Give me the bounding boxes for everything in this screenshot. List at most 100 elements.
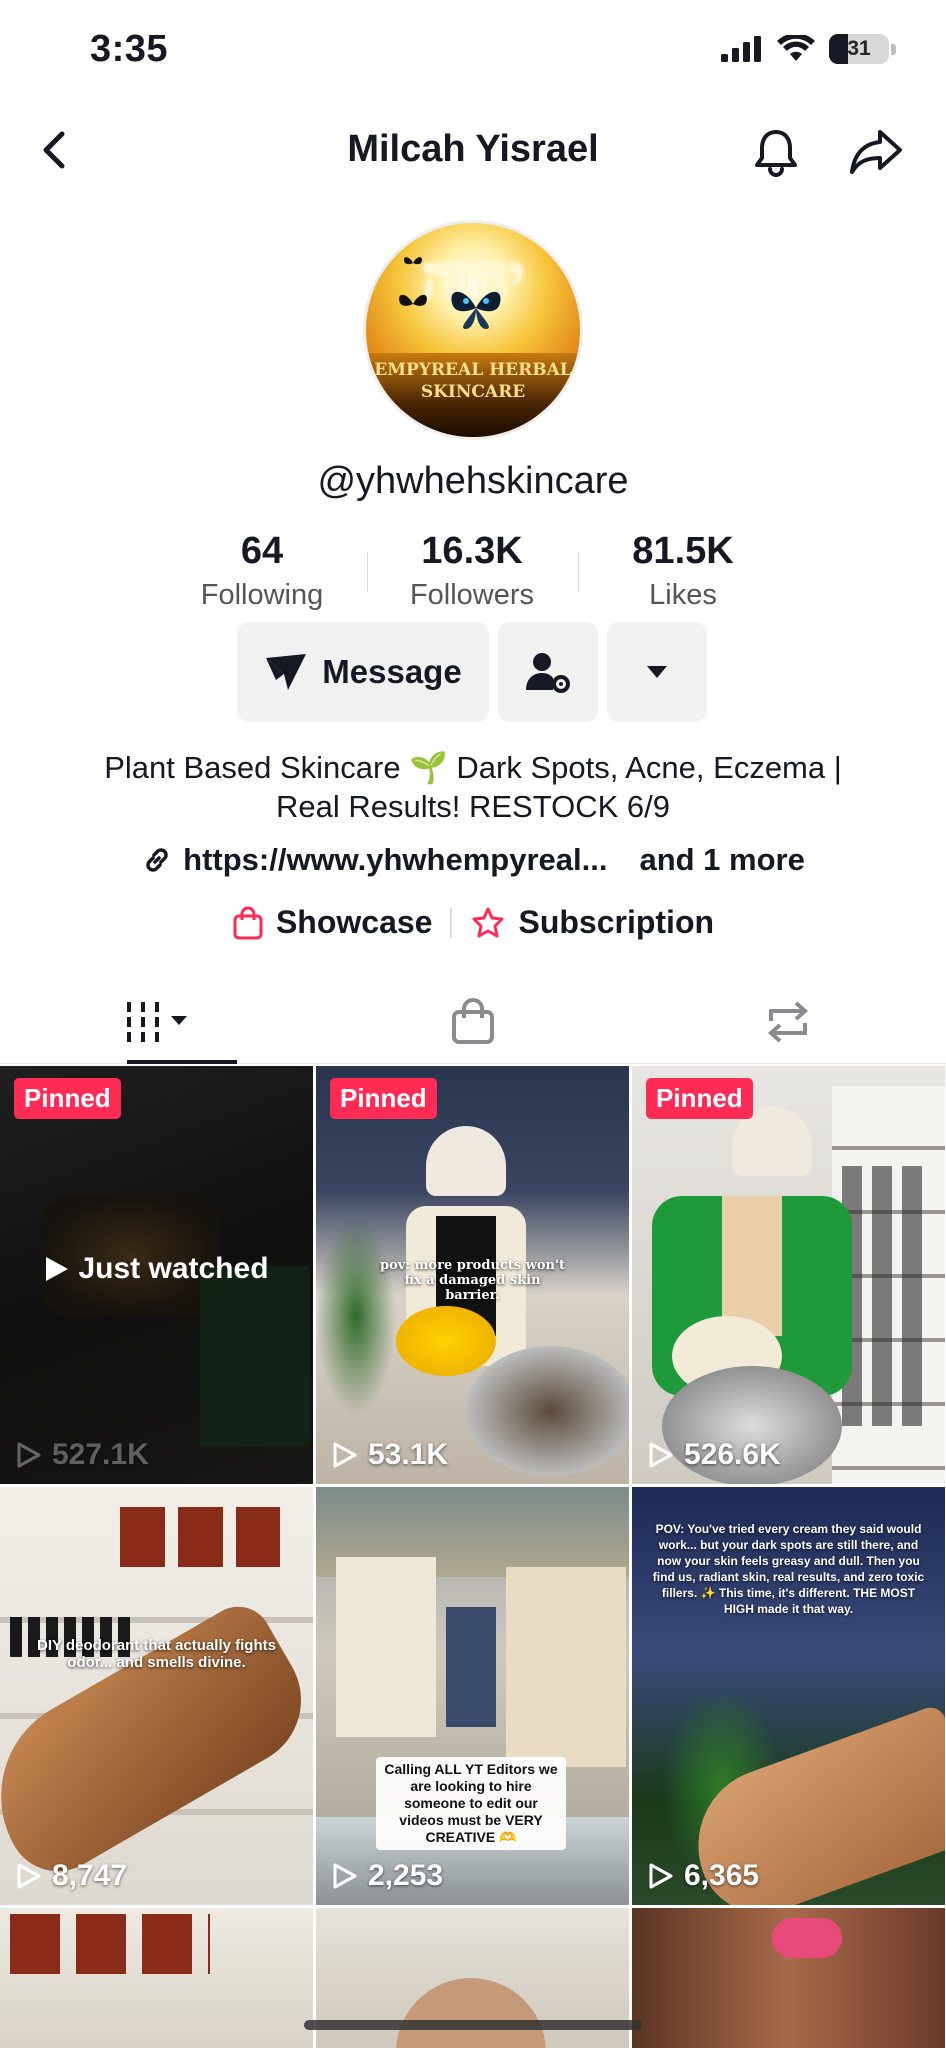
thumbnail-content (426, 1126, 506, 1196)
tab-reposts[interactable] (630, 980, 945, 1064)
profile-extras: Showcase Subscription (0, 904, 946, 941)
just-watched-label: Just watched (0, 1252, 313, 1286)
stat-following[interactable]: 64 Following (162, 530, 362, 612)
videos-grid-icon (126, 1002, 187, 1042)
play-icon (46, 1257, 69, 1281)
bio-line-1: Plant Based Skincare 🌱 Dark Spots, Acne,… (104, 750, 842, 785)
view-count: 8,747 (16, 1859, 127, 1893)
video-caption: DIY deodorant that actually fights odor.… (37, 1637, 276, 1671)
thumbnail-content (316, 1216, 396, 1416)
video-tile[interactable]: Calling ALL YT Editors we are looking to… (316, 1487, 629, 1905)
view-count: 527.1K (16, 1438, 149, 1472)
stat-followers[interactable]: 16.3K Followers (372, 530, 572, 612)
extras-divider (450, 907, 453, 938)
view-count: 6,365 (648, 1859, 759, 1893)
bio-link[interactable]: https://www.yhwhempyreal... (183, 842, 607, 878)
pinned-badge: Pinned (330, 1078, 437, 1119)
status-icons: 31 (721, 34, 896, 64)
subscription-link[interactable]: Subscription (470, 904, 714, 941)
send-icon (266, 654, 307, 690)
battery-icon: 31 (829, 34, 889, 64)
thumbnail-content (336, 1557, 436, 1737)
video-tile[interactable] (632, 1908, 945, 2048)
video-caption: POV: You've tried every cream they said … (652, 1522, 925, 1616)
active-tab-indicator (127, 1060, 237, 1064)
likes-label: Likes (649, 579, 717, 611)
video-tile[interactable]: pov: more products won't fix a damaged s… (316, 1066, 629, 1484)
caret-down-icon (647, 666, 667, 678)
page-title: Milcah Yisrael (347, 128, 599, 170)
thumbnail-content (120, 1507, 280, 1567)
following-count: 64 (240, 530, 284, 572)
subscription-label: Subscription (518, 904, 715, 940)
battery-tip (891, 43, 896, 55)
video-tile[interactable]: DIY deodorant that actually fights odor.… (0, 1487, 313, 1905)
showcase-label: Showcase (275, 904, 433, 940)
username: @yhwhehskincare (317, 460, 629, 502)
thumbnail-content (722, 1196, 782, 1336)
thumbnail-content (772, 1918, 842, 1958)
stat-divider (367, 552, 368, 592)
status-time: 3:35 (90, 28, 169, 70)
pinned-badge: Pinned (14, 1078, 121, 1119)
thumbnail-content (506, 1567, 626, 1767)
play-outline-icon (17, 1863, 41, 1889)
butterfly-icon (451, 291, 501, 329)
profile-bio: Plant Based Skincare 🌱 Dark Spots, Acne,… (60, 748, 886, 826)
stat-divider (578, 552, 579, 592)
showcase-link[interactable]: Showcase (232, 904, 433, 941)
video-tile[interactable]: Pinned Just watched 527.1K (0, 1066, 313, 1484)
stat-likes[interactable]: 81.5K Likes (583, 530, 783, 612)
bio-line-2: Real Results! RESTOCK 6/9 (276, 789, 670, 824)
tab-videos[interactable] (0, 980, 315, 1064)
bell-icon[interactable] (750, 126, 802, 178)
status-bar: 3:35 31 (0, 0, 946, 100)
likes-count: 81.5K (632, 530, 734, 572)
video-tile[interactable]: Pinned 526.6K (632, 1066, 945, 1484)
link-icon (146, 848, 168, 872)
view-count: 526.6K (648, 1438, 781, 1472)
video-caption: Calling ALL YT Editors we are looking to… (376, 1757, 566, 1850)
play-outline-icon (17, 1442, 41, 1468)
user-settings-icon (526, 653, 570, 693)
shopping-bag-icon (233, 906, 263, 939)
share-icon[interactable] (848, 126, 904, 178)
and-more-link[interactable]: and 1 more (639, 842, 804, 878)
nav-bar: Milcah Yisrael (0, 110, 946, 190)
wifi-icon (777, 35, 815, 61)
thumbnail-content (446, 1607, 496, 1727)
tiny-butterfly-icon (403, 257, 423, 265)
message-button[interactable]: Message (237, 622, 489, 722)
shop-bag-icon (451, 998, 494, 1044)
follow-settings-button[interactable] (498, 622, 598, 722)
content-tabs (0, 980, 946, 1064)
battery-level: 31 (847, 37, 871, 60)
video-tile[interactable] (0, 1908, 313, 2048)
play-outline-icon (649, 1442, 673, 1468)
more-dropdown-button[interactable] (607, 622, 707, 722)
following-label: Following (200, 579, 324, 611)
cellular-signal-icon (721, 36, 761, 62)
avatar[interactable]: יהוה EMPYREAL HERBAL SKINCARE (363, 220, 583, 440)
thumbnail-content (842, 1166, 932, 1426)
profile-stats: 64 Following 16.3K Followers 81.5K Likes (0, 530, 946, 612)
pinned-badge: Pinned (646, 1078, 753, 1119)
thumbnail-content (396, 1306, 496, 1376)
tab-shop[interactable] (315, 980, 630, 1064)
thumbnail-content (396, 1978, 546, 2048)
video-caption: pov: more products won't fix a damaged s… (380, 1258, 565, 1303)
play-outline-icon (333, 1442, 357, 1468)
followers-label: Followers (409, 579, 535, 611)
avatar-brand-text: EMPYREAL HERBAL SKINCARE (374, 360, 572, 402)
video-tile[interactable]: POV: You've tried every cream they said … (632, 1487, 945, 1905)
play-outline-icon (333, 1863, 357, 1889)
small-butterfly-icon (399, 294, 427, 306)
view-count: 53.1K (332, 1438, 448, 1472)
view-count: 2,253 (332, 1859, 443, 1893)
home-indicator[interactable] (304, 2020, 642, 2030)
followers-count: 16.3K (421, 530, 523, 572)
subscription-star-icon (472, 907, 504, 937)
play-outline-icon (649, 1863, 673, 1889)
message-label: Message (322, 653, 462, 690)
thumbnail-content (466, 1346, 629, 1476)
